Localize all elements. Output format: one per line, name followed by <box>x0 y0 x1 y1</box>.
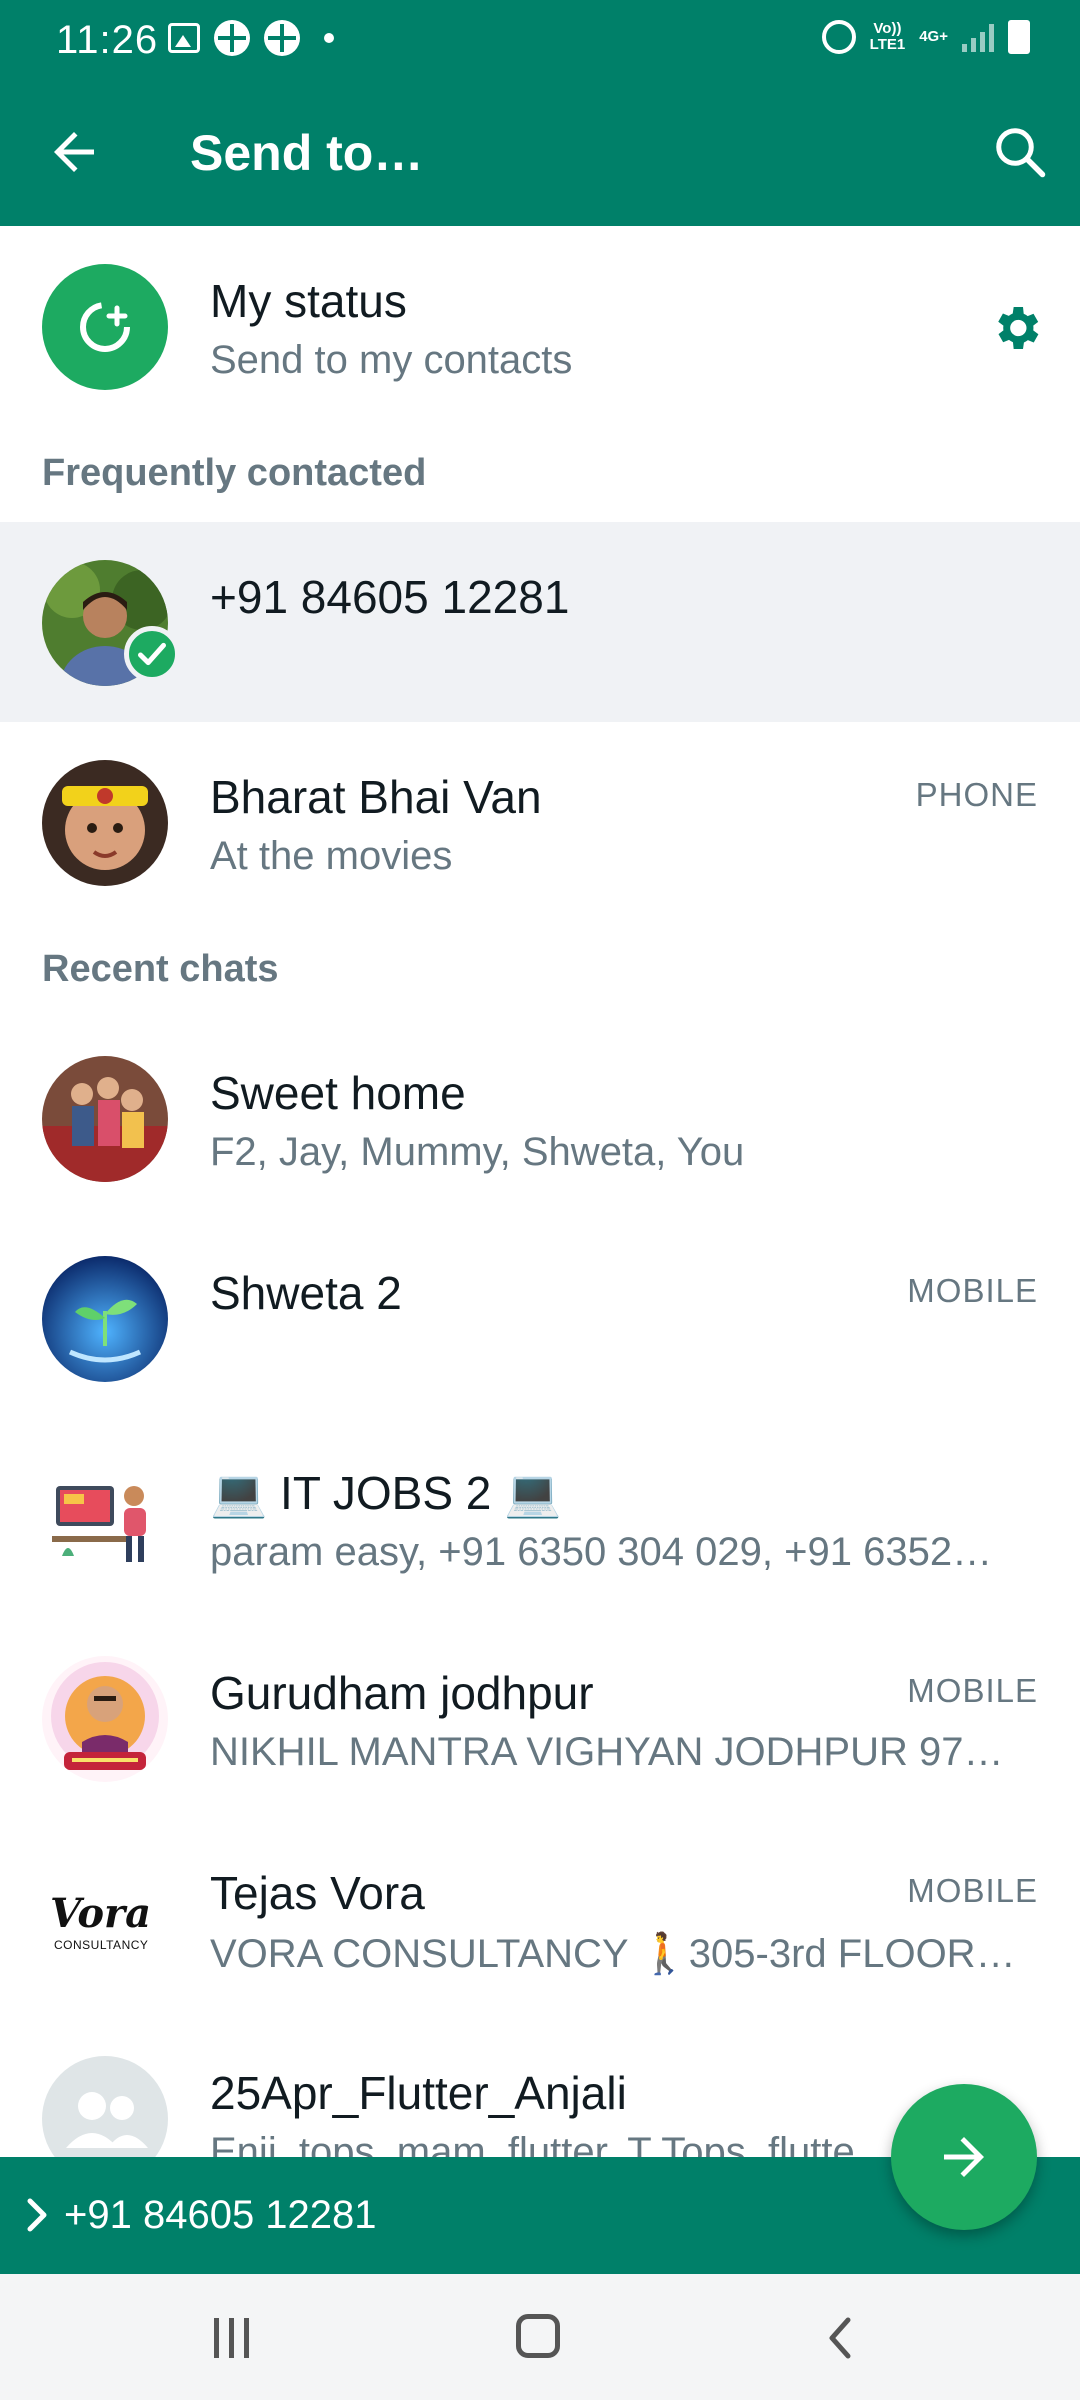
avatar <box>42 1256 168 1382</box>
app-notification-icon <box>214 20 250 56</box>
signal-icon <box>962 22 994 52</box>
contact-type-label: MOBILE <box>907 1872 1038 1909</box>
contact-row[interactable]: Bharat Bhai Van At the movies PHONE <box>0 722 1080 922</box>
chat-name: Shweta 2 <box>210 1267 402 1319</box>
search-icon[interactable] <box>990 122 1050 182</box>
battery-icon <box>1008 20 1030 54</box>
chat-row[interactable]: Gurudham jodhpur NIKHIL MANTRA VIGHYAN J… <box>0 1618 1080 1818</box>
chat-row[interactable]: Sweet home F2, Jay, Mummy, Shweta, You <box>0 1018 1080 1218</box>
my-status-avatar <box>42 264 168 390</box>
back-arrow-icon[interactable] <box>44 122 104 182</box>
avatar <box>42 1456 168 1582</box>
home-icon[interactable] <box>516 2314 560 2358</box>
chat-name: Tejas Vora <box>210 1867 425 1919</box>
chat-name: Sweet home <box>210 1067 466 1119</box>
chat-name: 💻 IT JOBS 2 💻 <box>210 1467 562 1519</box>
chat-name: 25Apr_Flutter_Anjali <box>210 2067 627 2119</box>
chat-status: NIKHIL MANTRA VIGHYAN JODHPUR 97… <box>210 1730 1004 1774</box>
selected-check-icon <box>124 626 180 682</box>
app-notification-icon-2 <box>264 20 300 56</box>
chat-name: Gurudham jodhpur <box>210 1667 594 1719</box>
app-bar: Send to… <box>0 80 1080 226</box>
chat-members: F2, Jay, Mummy, Shweta, You <box>210 1130 745 1174</box>
nav-back-icon[interactable] <box>820 2314 860 2362</box>
chat-row[interactable]: 💻 IT JOBS 2 💻 param easy, +91 6350 304 0… <box>0 1418 1080 1618</box>
chat-row[interactable]: Vora CONSULTANCY Tejas Vora VORA CONSULT… <box>0 1818 1080 2018</box>
status-bar: 11:26 Vo)) LTE1 4G+ <box>0 0 1080 80</box>
chat-status: VORA CONSULTANCY 🚶305-3rd FLOOR… <box>210 1932 1016 1976</box>
vora-consultancy-logo: Vora CONSULTANCY <box>42 1856 168 1982</box>
status-time: 11:26 <box>56 18 159 62</box>
avatar <box>42 760 168 886</box>
selected-contacts-text: +91 84605 12281 <box>64 2193 377 2237</box>
my-status-subtitle: Send to my contacts <box>210 338 573 382</box>
arrow-right-icon <box>944 2137 984 2177</box>
contact-name: +91 84605 12281 <box>210 571 570 623</box>
my-status-row[interactable]: My status Send to my contacts <box>0 226 1080 426</box>
section-recent-chats: Recent chats <box>42 948 279 990</box>
contact-type-label: MOBILE <box>907 1272 1038 1309</box>
chevron-right-icon <box>22 2195 52 2235</box>
my-status-title: My status <box>210 275 407 327</box>
page-title: Send to… <box>190 125 424 181</box>
gear-icon[interactable] <box>988 300 1044 356</box>
gallery-notification-icon <box>168 23 200 53</box>
avatar <box>42 1056 168 1182</box>
volte-indicator: Vo)) LTE1 <box>869 20 906 53</box>
chat-members: param easy, +91 6350 304 029, +91 6352… <box>210 1530 993 1574</box>
chat-row[interactable]: Shweta 2 MOBILE <box>0 1218 1080 1418</box>
more-notifications-dot-icon <box>324 33 334 43</box>
contact-row[interactable]: +91 84605 12281 <box>0 522 1080 722</box>
section-frequently-contacted: Frequently contacted <box>42 452 427 494</box>
avatar <box>42 1656 168 1782</box>
contact-type-label: PHONE <box>915 776 1038 813</box>
recent-apps-icon[interactable] <box>214 2318 258 2358</box>
contact-status: At the movies <box>210 834 453 878</box>
alarm-icon <box>821 20 856 54</box>
data-indicator: 4G+ <box>919 28 948 45</box>
send-button[interactable] <box>891 2084 1037 2230</box>
contact-type-label: MOBILE <box>907 1672 1038 1709</box>
system-nav-bar <box>0 2274 1080 2400</box>
contact-name: Bharat Bhai Van <box>210 771 542 823</box>
